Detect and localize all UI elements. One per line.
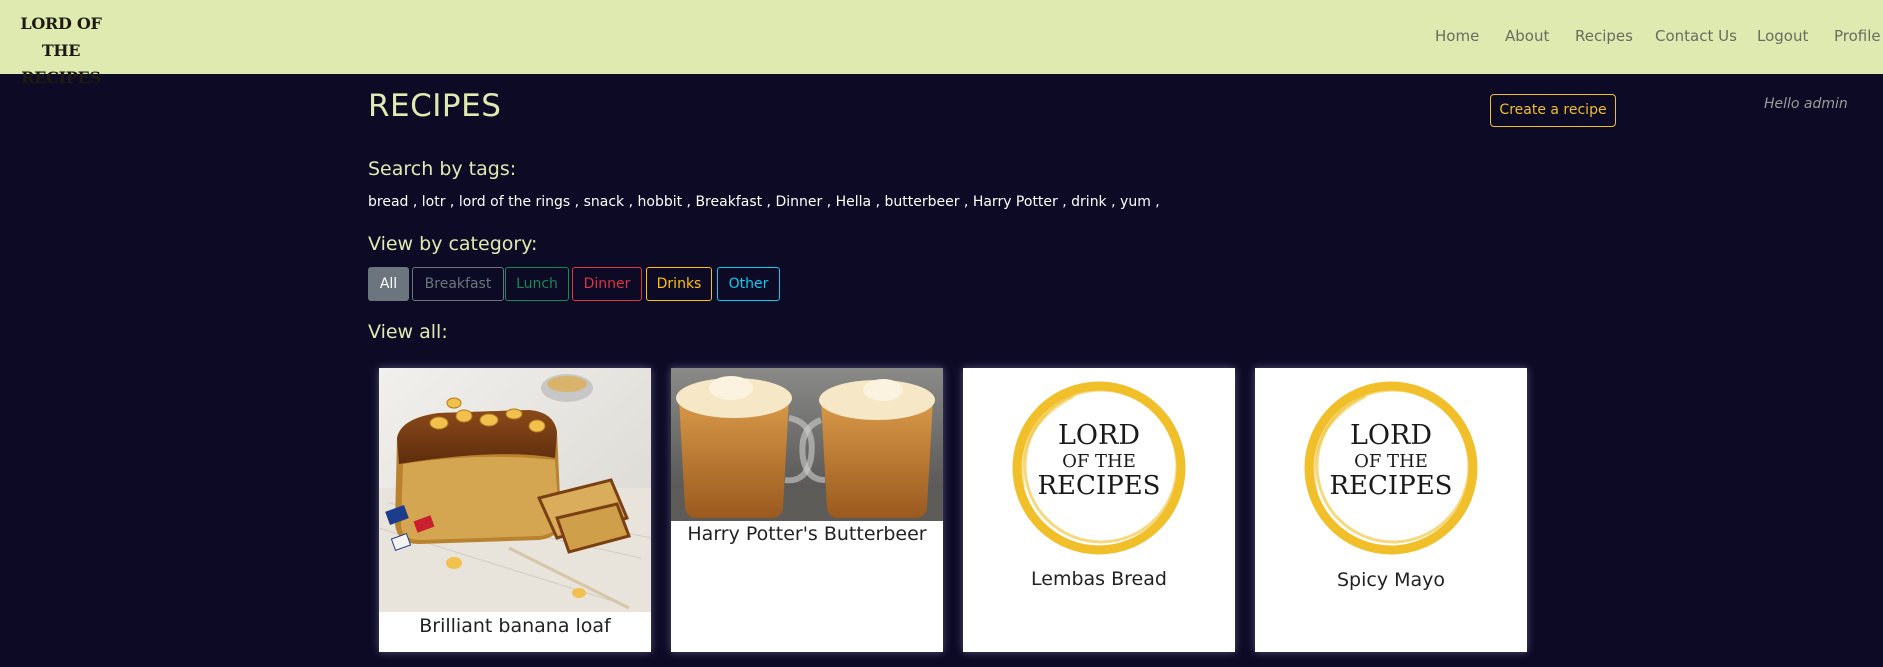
nav-home[interactable]: Home xyxy=(1435,27,1479,45)
tag-separator: , xyxy=(822,194,836,210)
tag-link[interactable]: hobbit xyxy=(638,194,683,210)
nav-profile[interactable]: Profile xyxy=(1834,27,1881,45)
recipe-card[interactable]: Brilliant banana loaf xyxy=(379,368,651,652)
tag-link[interactable]: butterbeer xyxy=(884,194,959,210)
brand-logo[interactable]: LORD OF THE RECIPES xyxy=(4,10,118,91)
tag-link[interactable]: yum xyxy=(1120,194,1151,210)
tag-link[interactable]: drink xyxy=(1071,194,1107,210)
tag-link[interactable]: Harry Potter xyxy=(973,194,1058,210)
tag-separator: , xyxy=(624,194,638,210)
recipe-title[interactable]: Spicy Mayo xyxy=(1255,568,1527,592)
category-other-button[interactable]: Other xyxy=(717,267,780,301)
nav-recipes[interactable]: Recipes xyxy=(1575,27,1633,45)
recipe-card[interactable]: LORD OF THE RECIPES Lembas Bread xyxy=(963,368,1235,652)
recipe-title[interactable]: Harry Potter's Butterbeer xyxy=(671,522,943,546)
recipe-title[interactable]: Lembas Bread xyxy=(963,567,1235,591)
site-logo-image: LORD OF THE RECIPES xyxy=(1255,368,1527,568)
category-drinks-button[interactable]: Drinks xyxy=(646,267,712,301)
recipe-card[interactable]: Harry Potter's Butterbeer xyxy=(671,368,943,652)
tag-link[interactable]: lotr xyxy=(422,194,446,210)
category-lunch-button[interactable]: Lunch xyxy=(505,267,569,301)
butterbeer-image xyxy=(671,368,943,521)
tag-separator: , xyxy=(959,194,973,210)
logo-line-1: LORD xyxy=(1349,420,1433,451)
tag-separator: , xyxy=(1057,194,1072,210)
view-all-heading: View all: xyxy=(368,321,448,343)
category-heading: View by category: xyxy=(368,233,538,255)
logo-line-1: LORD xyxy=(1057,420,1141,451)
tag-link[interactable]: Breakfast xyxy=(695,194,762,210)
logo-line-2: OF THE xyxy=(1354,451,1428,472)
logo-line-2: OF THE xyxy=(1062,451,1136,472)
tag-list: bread , lotr , lord of the rings , snack… xyxy=(368,194,1160,210)
tag-separator: , xyxy=(570,194,584,210)
site-logo-image: LORD OF THE RECIPES xyxy=(963,368,1235,568)
tag-separator: , xyxy=(762,194,776,210)
tag-separator: , xyxy=(1106,194,1121,210)
tag-separator: , xyxy=(871,194,885,210)
nav-contact-us[interactable]: Contact Us xyxy=(1655,27,1737,45)
tag-link[interactable]: snack xyxy=(584,194,625,210)
tag-separator: , xyxy=(445,194,459,210)
tag-separator: , xyxy=(1150,194,1160,210)
tag-link[interactable]: lord of the rings xyxy=(459,194,570,210)
tag-link[interactable]: Hella xyxy=(836,194,872,210)
tag-link[interactable]: bread xyxy=(368,194,408,210)
category-all-button[interactable]: All xyxy=(368,267,409,301)
greeting: Hello admin xyxy=(1764,96,1848,112)
navbar: LORD OF THE RECIPES Home About Recipes C… xyxy=(0,0,1883,87)
nav-links: Home About Recipes Contact Us Logout Pro… xyxy=(0,27,1883,47)
nav-about[interactable]: About xyxy=(1505,27,1549,45)
page-title: RECIPES xyxy=(368,88,502,124)
nav-logout[interactable]: Logout xyxy=(1757,27,1808,45)
tag-link[interactable]: Dinner xyxy=(775,194,822,210)
tag-separator: , xyxy=(682,194,696,210)
create-recipe-button[interactable]: Create a recipe xyxy=(1490,94,1616,127)
brand-line-2: RECIPES xyxy=(21,68,101,87)
logo-line-3: RECIPES xyxy=(1037,471,1161,501)
tag-separator: , xyxy=(408,194,422,210)
banana-loaf-image xyxy=(379,368,651,612)
logo-line-3: RECIPES xyxy=(1329,471,1453,501)
tags-heading: Search by tags: xyxy=(368,158,517,180)
category-dinner-button[interactable]: Dinner xyxy=(572,267,642,301)
category-breakfast-button[interactable]: Breakfast xyxy=(412,267,504,301)
recipe-title[interactable]: Brilliant banana loaf xyxy=(379,614,651,638)
recipe-card[interactable]: LORD OF THE RECIPES Spicy Mayo xyxy=(1255,368,1527,652)
